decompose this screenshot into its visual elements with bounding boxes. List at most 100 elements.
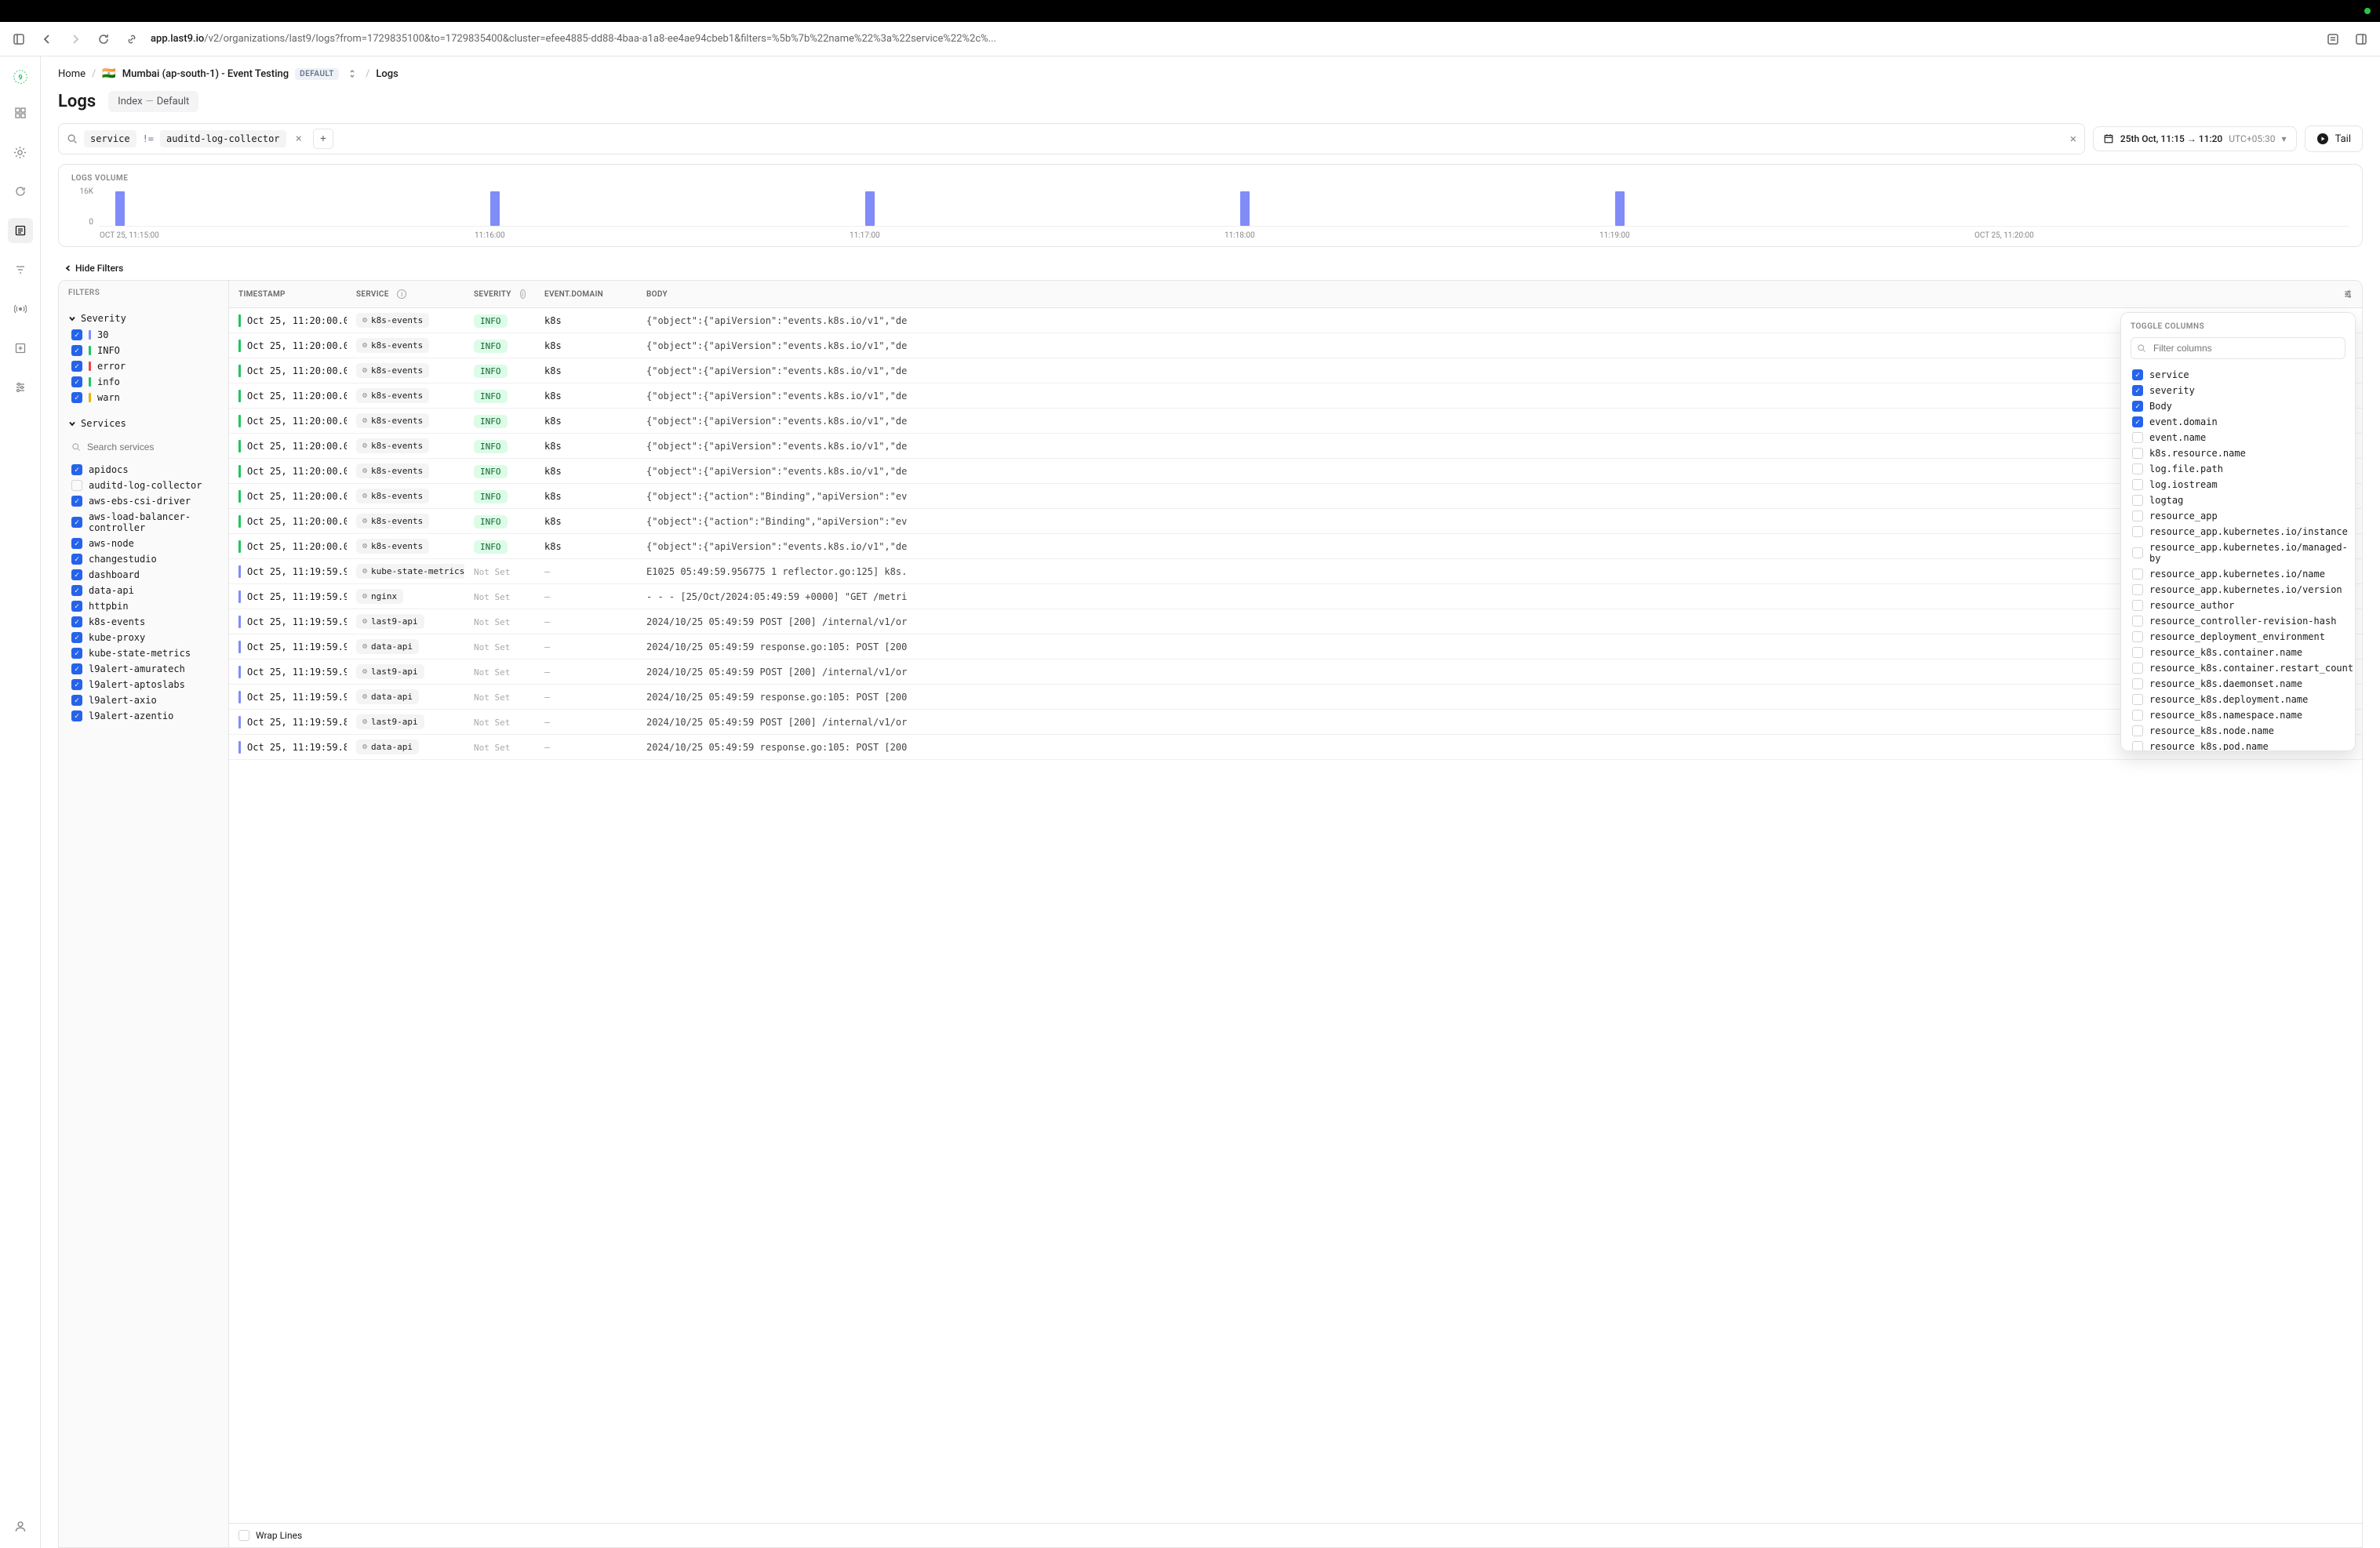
column-option[interactable]: resource_k8s.container.restart_count — [2131, 660, 2345, 676]
checkbox[interactable] — [2132, 547, 2143, 558]
add-filter-button[interactable]: + — [313, 129, 333, 149]
service-pill[interactable]: ⚙last9-api — [356, 664, 424, 679]
search-services-input[interactable] — [68, 437, 219, 457]
checkbox[interactable]: ✓ — [71, 464, 82, 475]
checkbox[interactable]: ✓ — [71, 695, 82, 706]
chip-remove-icon[interactable]: × — [291, 131, 307, 147]
service-filter-item[interactable]: ✓apidocs — [68, 462, 219, 478]
checkbox[interactable] — [2132, 432, 2143, 443]
checkbox[interactable]: ✓ — [71, 601, 82, 612]
service-pill[interactable]: ⚙k8s-events — [356, 514, 429, 529]
column-option[interactable]: resource_k8s.node.name — [2131, 723, 2345, 739]
checkbox[interactable]: ✓ — [71, 554, 82, 565]
th-body[interactable]: BODY — [637, 281, 2334, 307]
column-option[interactable]: ✓severity — [2131, 383, 2345, 398]
checkbox[interactable] — [71, 480, 82, 491]
service-pill[interactable]: ⚙k8s-events — [356, 388, 429, 403]
checkbox[interactable] — [2132, 495, 2143, 506]
rail-dashboard-icon[interactable] — [8, 100, 33, 125]
column-option[interactable]: resource_k8s.container.name — [2131, 645, 2345, 660]
rail-plus-box-icon[interactable] — [8, 336, 33, 361]
service-filter-item[interactable]: auditd-log-collector — [68, 478, 219, 493]
service-pill[interactable]: ⚙k8s-events — [356, 438, 429, 453]
column-option[interactable]: resource_k8s.namespace.name — [2131, 707, 2345, 723]
reload-icon[interactable] — [94, 30, 113, 49]
service-filter-item[interactable]: ✓changestudio — [68, 551, 219, 567]
filter-bar[interactable]: service != auditd-log-collector × + × — [58, 123, 2085, 154]
service-filter-item[interactable]: ✓aws-load-balancer-controller — [68, 509, 219, 536]
checkbox[interactable] — [2132, 600, 2143, 611]
checkbox[interactable]: ✓ — [2132, 385, 2143, 396]
checkbox[interactable]: ✓ — [2132, 369, 2143, 380]
severity-filter-item[interactable]: ✓warn — [68, 390, 219, 405]
checkbox[interactable]: ✓ — [71, 569, 82, 580]
service-pill[interactable]: ⚙kube-state-metrics — [356, 564, 464, 579]
checkbox[interactable]: ✓ — [2132, 416, 2143, 427]
column-option[interactable]: resource_author — [2131, 598, 2345, 613]
th-severity[interactable]: SEVERITY i — [464, 281, 535, 307]
column-option[interactable]: resource_k8s.daemonset.name — [2131, 676, 2345, 692]
breadcrumb-region[interactable]: Mumbai (ap-south-1) - Event Testing — [122, 68, 289, 80]
service-filter-item[interactable]: ✓aws-ebs-csi-driver — [68, 493, 219, 509]
column-option[interactable]: ✓service — [2131, 367, 2345, 383]
service-pill[interactable]: ⚙k8s-events — [356, 313, 429, 328]
checkbox[interactable] — [2132, 647, 2143, 658]
table-row[interactable]: Oct 25, 11:20:00.000 ⚙k8s-events INFO k8… — [229, 459, 2362, 484]
table-row[interactable]: Oct 25, 11:20:00.000 ⚙k8s-events INFO k8… — [229, 484, 2362, 509]
checkbox[interactable] — [2132, 663, 2143, 674]
table-row[interactable]: Oct 25, 11:19:59.903 ⚙data-api Not Set –… — [229, 685, 2362, 710]
rail-sliders-icon[interactable] — [8, 375, 33, 400]
rail-gear-icon[interactable] — [8, 140, 33, 165]
column-option[interactable]: resource_app.kubernetes.io/managed-by — [2131, 540, 2345, 566]
column-option[interactable]: resource_k8s.deployment.name — [2131, 692, 2345, 707]
back-icon[interactable] — [38, 30, 56, 49]
service-pill[interactable]: ⚙nginx — [356, 589, 403, 604]
filter-chip[interactable]: service != auditd-log-collector × — [84, 130, 307, 147]
checkbox[interactable]: ✓ — [71, 517, 82, 528]
th-timestamp[interactable]: TIMESTAMP — [229, 281, 347, 307]
rail-signal-icon[interactable] — [8, 296, 33, 322]
service-filter-item[interactable]: ✓httpbin — [68, 598, 219, 614]
checkbox[interactable]: ✓ — [71, 648, 82, 659]
service-filter-item[interactable]: ✓k8s-events — [68, 614, 219, 630]
panel-icon[interactable] — [2352, 30, 2371, 49]
checkbox[interactable] — [2132, 694, 2143, 705]
column-option[interactable]: resource_app.kubernetes.io/instance — [2131, 524, 2345, 540]
breadcrumb-home[interactable]: Home — [58, 68, 86, 80]
severity-filter-item[interactable]: ✓info — [68, 374, 219, 390]
wrap-lines-checkbox[interactable] — [238, 1530, 249, 1541]
table-row[interactable]: Oct 25, 11:19:59.928 ⚙last9-api Not Set … — [229, 609, 2362, 634]
clear-filters-icon[interactable]: × — [2070, 132, 2076, 146]
forward-icon[interactable] — [66, 30, 85, 49]
service-pill[interactable]: ⚙last9-api — [356, 614, 424, 629]
timerange-button[interactable]: 25th Oct, 11:15 → 11:20 UTC+05:30 ▾ — [2093, 126, 2297, 151]
checkbox[interactable]: ✓ — [2132, 401, 2143, 412]
checkbox[interactable]: ✓ — [71, 345, 82, 356]
column-option[interactable]: event.name — [2131, 430, 2345, 445]
column-option[interactable]: ✓Body — [2131, 398, 2345, 414]
service-pill[interactable]: ⚙k8s-events — [356, 338, 429, 353]
checkbox[interactable]: ✓ — [71, 361, 82, 372]
checkbox[interactable] — [2132, 463, 2143, 474]
th-domain[interactable]: EVENT.DOMAIN — [535, 281, 637, 307]
checkbox[interactable] — [2132, 511, 2143, 521]
service-filter-item[interactable]: ✓l9alert-axio — [68, 692, 219, 708]
table-row[interactable]: Oct 25, 11:20:00.000 ⚙k8s-events INFO k8… — [229, 509, 2362, 534]
table-row[interactable]: Oct 25, 11:19:59.820 ⚙last9-api Not Set … — [229, 710, 2362, 735]
checkbox[interactable]: ✓ — [71, 538, 82, 549]
service-filter-item[interactable]: ✓l9alert-azentio — [68, 708, 219, 724]
checkbox[interactable]: ✓ — [71, 329, 82, 340]
service-pill[interactable]: ⚙k8s-events — [356, 363, 429, 378]
checkbox[interactable] — [2132, 448, 2143, 459]
checkbox[interactable]: ✓ — [71, 496, 82, 507]
th-service[interactable]: SERVICE i — [347, 281, 464, 307]
columns-search-input[interactable] — [2131, 337, 2345, 359]
table-row[interactable]: Oct 25, 11:20:00.000 ⚙k8s-events INFO k8… — [229, 308, 2362, 333]
service-filter-item[interactable]: ✓data-api — [68, 583, 219, 598]
column-option[interactable]: resource_controller-revision-hash — [2131, 613, 2345, 629]
rail-filter-icon[interactable] — [8, 257, 33, 282]
index-selector[interactable]: Index—Default — [108, 91, 198, 112]
checkbox[interactable]: ✓ — [71, 392, 82, 403]
service-filter-item[interactable]: ✓kube-proxy — [68, 630, 219, 645]
table-row[interactable]: Oct 25, 11:20:00.000 ⚙k8s-events INFO k8… — [229, 358, 2362, 383]
